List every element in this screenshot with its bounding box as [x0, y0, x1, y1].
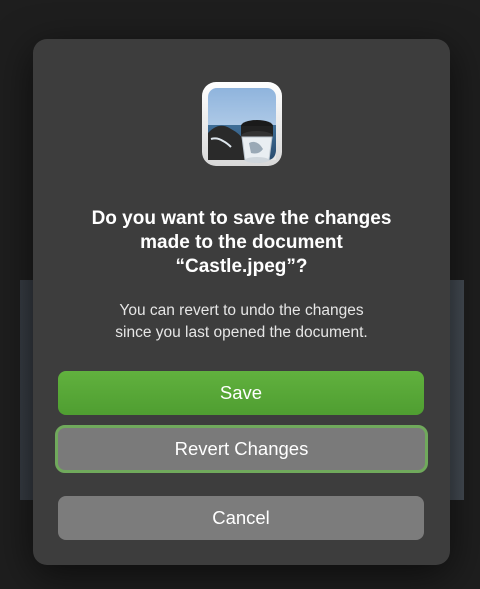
save-changes-dialog: Do you want to save the changes made to … — [33, 39, 450, 565]
save-button[interactable]: Save — [58, 371, 424, 415]
title-line: “Castle.jpeg”? — [175, 256, 308, 277]
title-line: Do you want to save the changes — [91, 208, 392, 229]
message-line: You can revert to undo the changes — [119, 302, 364, 319]
dialog-title: Do you want to save the changes made to … — [53, 207, 430, 279]
dialog-message: You can revert to undo the changes since… — [53, 300, 430, 344]
revert-changes-button[interactable]: Revert Changes — [55, 425, 428, 473]
message-line: since you last opened the document. — [115, 324, 368, 341]
cancel-button[interactable]: Cancel — [58, 496, 424, 540]
title-line: made to the document — [140, 232, 343, 253]
preview-app-icon — [202, 82, 282, 166]
